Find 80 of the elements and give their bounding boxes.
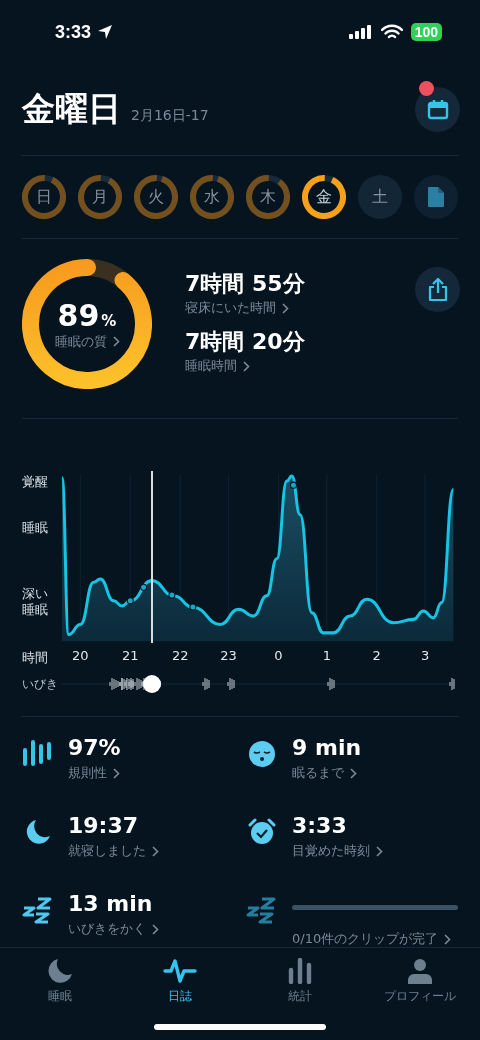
curve-point — [126, 597, 134, 605]
stage-label: 覚醒 — [22, 474, 48, 491]
document-icon — [427, 186, 445, 208]
metric-link[interactable]: いびきをかく — [68, 920, 159, 938]
snore-zzz-icon — [246, 896, 278, 926]
person-icon — [407, 958, 433, 984]
metric-value: 13 min — [68, 891, 154, 916]
curve-point — [289, 481, 297, 489]
date-range: 2月16日-17 — [131, 106, 209, 125]
curve-point — [140, 583, 148, 591]
metric-value: 3:33 — [292, 813, 348, 838]
duration-link[interactable]: 睡眠時間 — [185, 357, 305, 375]
curve-point — [168, 591, 176, 599]
moon-icon — [24, 818, 52, 846]
day-ring-button[interactable]: 火 — [134, 175, 178, 219]
location-arrow-icon — [97, 24, 114, 40]
duration-value: 7時間 20分 — [185, 328, 305, 356]
snore-label: いびき — [22, 675, 59, 693]
metric-link[interactable]: 規則性 — [68, 764, 120, 782]
duration-link[interactable]: 寝床にいた時間 — [185, 299, 305, 317]
hour-tick: 22 — [171, 648, 189, 663]
sleep-score: 89% — [57, 297, 117, 333]
chevron-icon — [376, 845, 383, 857]
chevron-icon — [350, 767, 357, 779]
chevron-icon — [112, 336, 120, 347]
battery-indicator: 100 — [410, 23, 442, 41]
hour-tick: 20 — [72, 648, 89, 663]
tab[interactable]: 統計 — [240, 958, 360, 1005]
day-ring-button[interactable]: 月 — [78, 175, 122, 219]
stage-label: 睡眠 — [22, 520, 48, 537]
sleepy-face-icon — [248, 740, 276, 768]
calendar-button[interactable] — [415, 87, 460, 132]
chevron-icon — [282, 302, 289, 314]
stage-label: 深い睡眠 — [22, 586, 49, 619]
metric-value: 9 min — [292, 735, 363, 760]
day-ring-button[interactable]: 土 — [358, 175, 402, 219]
hour-tick: 21 — [122, 648, 139, 663]
hour-tick: 3 — [420, 648, 430, 663]
snore-zzz-icon — [22, 896, 54, 926]
share-icon — [426, 277, 449, 302]
bar-chart-icon — [287, 958, 313, 984]
tab[interactable]: プロフィール — [360, 958, 480, 1005]
tab[interactable]: 日誌 — [120, 958, 240, 1005]
hour-tick: 1 — [322, 648, 331, 663]
scrubber-handle[interactable] — [143, 675, 162, 693]
axis-label: 時間 — [22, 649, 49, 667]
chevron-icon — [444, 933, 452, 945]
alarm-clock-icon — [248, 818, 276, 846]
chevron-icon — [243, 360, 250, 372]
metric-link[interactable]: 眠るまで — [292, 764, 357, 782]
hour-tick: 0 — [274, 648, 283, 663]
chevron-icon — [152, 845, 159, 857]
chevron-icon — [113, 767, 120, 779]
wave-icon — [163, 958, 197, 984]
sleep-quality-link[interactable]: 睡眠の質 — [54, 332, 120, 351]
metric-value: 19:37 — [68, 813, 140, 838]
tab[interactable]: 睡眠 — [0, 958, 120, 1005]
calendar-icon — [426, 98, 449, 121]
day-ring-button[interactable]: 金 — [302, 175, 346, 219]
metric-link[interactable]: 0/10件のクリップが完了 — [292, 930, 452, 948]
metric-link[interactable]: 目覚めた時刻 — [292, 842, 383, 860]
share-button[interactable] — [415, 267, 460, 312]
hour-tick: 23 — [220, 648, 237, 663]
wifi-icon — [380, 24, 403, 40]
moon-icon — [47, 958, 73, 984]
notes-button[interactable] — [414, 175, 458, 219]
bars-icon — [22, 740, 54, 768]
duration-value: 7時間 55分 — [185, 270, 305, 298]
day-ring-button[interactable]: 木 — [246, 175, 290, 219]
signal-icon — [348, 25, 373, 39]
curve-point — [189, 603, 197, 611]
clock-time: 3:33 — [55, 21, 92, 43]
hour-tick: 2 — [372, 648, 381, 663]
metric-value: 97% — [68, 735, 122, 760]
day-ring-button[interactable]: 水 — [190, 175, 234, 219]
metric-link[interactable]: 就寝しました — [68, 842, 159, 860]
time-cursor[interactable] — [151, 471, 154, 643]
chevron-icon — [152, 923, 159, 935]
weekday-title: 金曜日 — [22, 88, 121, 130]
day-ring-button[interactable]: 日 — [22, 175, 66, 219]
